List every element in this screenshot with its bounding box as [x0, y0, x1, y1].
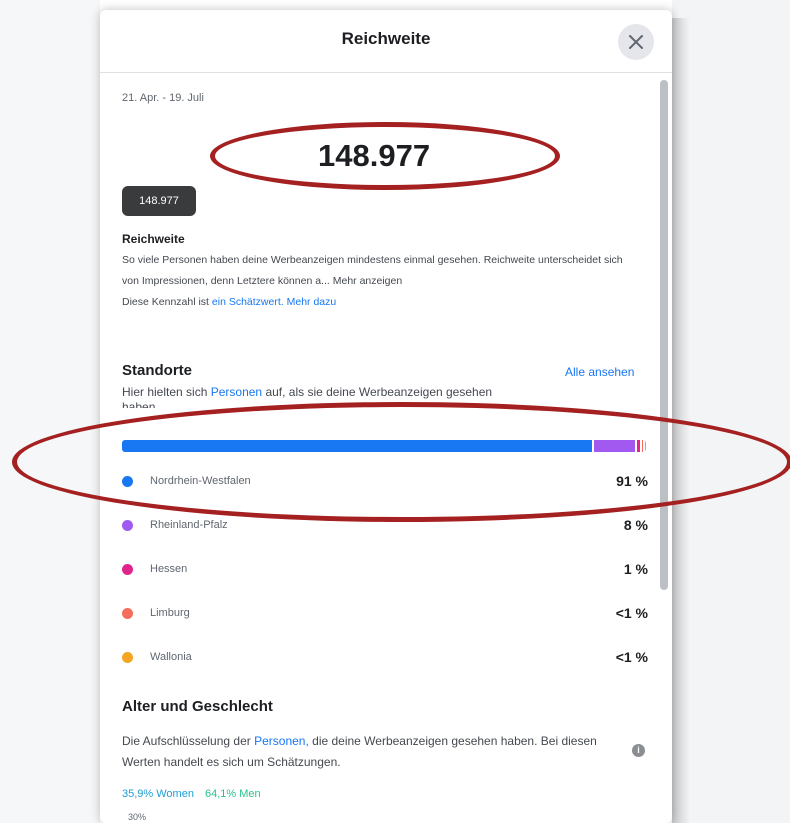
chart-axis-label: 30% — [128, 812, 147, 822]
location-name: Nordrhein-Westfalen — [150, 475, 251, 487]
close-button[interactable] — [618, 24, 654, 60]
people-link[interactable]: Personen — [211, 385, 262, 399]
show-more-link[interactable]: Mehr anzeigen — [333, 275, 402, 287]
location-dot — [122, 652, 133, 663]
location-name: Wallonia — [150, 651, 192, 663]
date-range: 21. Apr. - 19. Juli — [122, 92, 204, 104]
gender-summary: 35,9% Women 64,1% Men — [122, 788, 261, 800]
location-row: Rheinland-Pfalz 8 % — [122, 516, 648, 536]
age-desc-prefix: Die Aufschlüsselung der — [122, 734, 251, 748]
background-left — [0, 0, 100, 823]
dialog-shadow — [672, 18, 690, 823]
age-gender-title: Alter und Geschlecht — [122, 698, 273, 715]
bar-segment — [122, 440, 592, 452]
location-percent: 91 % — [616, 473, 648, 489]
dialog-header: Reichweite — [100, 10, 672, 73]
estimate-prefix: Diese Kennzahl ist — [122, 296, 209, 308]
location-dot — [122, 608, 133, 619]
bar-segment — [642, 440, 646, 452]
location-name: Limburg — [150, 607, 190, 619]
age-gender-description: Die Aufschlüsselung der Personen, die de… — [122, 731, 632, 773]
location-dot — [122, 520, 133, 531]
estimate-link[interactable]: ein Schätzwert. — [212, 296, 284, 308]
metric-description: So viele Personen haben deine Werbeanzei… — [122, 250, 642, 313]
people-link-2[interactable]: Personen, — [254, 734, 309, 748]
value-tooltip: 148.977 — [122, 186, 196, 216]
close-icon — [629, 35, 643, 49]
location-percent: <1 % — [615, 605, 648, 621]
location-name: Rheinland-Pfalz — [150, 519, 228, 531]
learn-more-link[interactable]: Mehr dazu — [287, 296, 337, 308]
metric-title: Reichweite — [122, 232, 185, 246]
location-dot — [122, 476, 133, 487]
location-row: Wallonia <1 % — [122, 648, 648, 668]
location-name: Hessen — [150, 563, 188, 575]
locations-stacked-bar — [122, 440, 646, 452]
locations-subtitle-cut: haben — [122, 400, 156, 408]
location-row: Nordrhein-Westfalen 91 % — [122, 472, 648, 492]
reach-total: 148.977 — [318, 138, 431, 173]
women-share: 35,9% Women — [122, 788, 194, 800]
dialog-title: Reichweite — [341, 29, 431, 48]
location-percent: 8 % — [623, 517, 648, 533]
location-percent: 1 % — [623, 561, 648, 577]
men-share: 64,1% Men — [205, 788, 261, 800]
location-dot — [122, 564, 133, 575]
locations-subtitle-suffix: auf, als sie deine Werbeanzeigen gesehen — [265, 385, 493, 399]
location-row: Hessen 1 % — [122, 560, 648, 580]
info-icon[interactable]: i — [632, 744, 645, 757]
scrollbar[interactable] — [660, 80, 668, 590]
locations-subtitle: Hier hielten sich Personen auf, als sie … — [122, 384, 572, 400]
location-row: Limburg <1 % — [122, 604, 648, 624]
location-percent: <1 % — [615, 649, 648, 665]
see-all-link[interactable]: Alle ansehen — [565, 365, 634, 379]
bar-segment — [591, 440, 635, 452]
locations-subtitle-prefix: Hier hielten sich — [122, 385, 208, 399]
reach-dialog: Reichweite 21. Apr. - 19. Juli 148.977 1… — [100, 10, 672, 823]
locations-title: Standorte — [122, 362, 193, 379]
